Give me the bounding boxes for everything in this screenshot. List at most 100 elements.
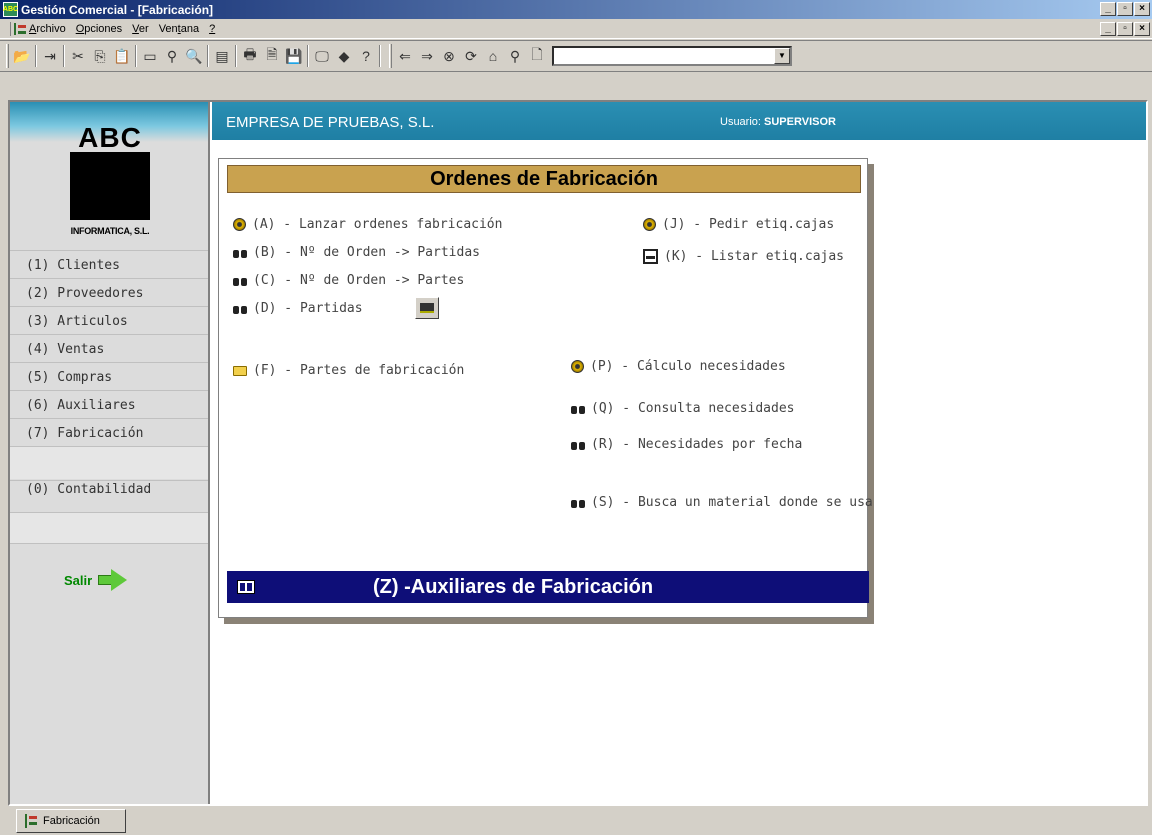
sidebar-item-ventas[interactable]: (4) Ventas	[26, 342, 104, 357]
mdi-child-icon[interactable]	[10, 21, 26, 36]
binoculars-icon	[233, 303, 247, 314]
sidebar-item-fabricacion[interactable]: (7) Fabricación	[26, 426, 143, 441]
toolbar-grip[interactable]	[6, 44, 9, 68]
search-web-icon[interactable]: ⚲	[504, 45, 526, 67]
logo-grid	[70, 152, 150, 220]
main-header: EMPRESA DE PRUEBAS, S.L. Usuario: SUPERV…	[212, 102, 1146, 140]
option-b[interactable]: (B) - Nº de Orden -> Partidas	[233, 245, 480, 260]
binoculars-icon	[233, 275, 247, 286]
menu-opciones[interactable]: Opciones	[71, 23, 127, 35]
sidebar-item-auxiliares[interactable]: (6) Auxiliares	[26, 398, 136, 413]
open-folder-icon[interactable]: 📂	[11, 45, 33, 67]
binoculars-icon	[233, 247, 247, 258]
binoculars-icon[interactable]: ⚲	[161, 45, 183, 67]
scanner-icon[interactable]: ▤	[211, 45, 233, 67]
menu-ventana[interactable]: Ventana	[154, 23, 204, 35]
window-icon[interactable]: ▭	[139, 45, 161, 67]
eraser-icon[interactable]: ◆	[333, 45, 355, 67]
option-d[interactable]: (D) - Partidas	[233, 301, 363, 316]
panel-title: Ordenes de Fabricación	[227, 165, 861, 193]
mdi-restore-button[interactable]: ▫	[1117, 22, 1133, 36]
gear-icon	[643, 218, 656, 231]
copy-icon[interactable]: ⎘	[89, 45, 111, 67]
window-caption-buttons: _ ▫ ×	[1100, 2, 1150, 16]
auxiliares-fabricacion-bar[interactable]: (Z) -Auxiliares de Fabricación	[227, 571, 869, 603]
gear-icon	[233, 218, 246, 231]
binoculars-icon	[571, 439, 585, 450]
paste-icon[interactable]: 📋	[111, 45, 133, 67]
refresh-icon[interactable]: ⟳	[460, 45, 482, 67]
gear-icon	[571, 360, 584, 373]
forward-arrow-icon[interactable]: ⇒	[416, 45, 438, 67]
sidebar-item-proveedores[interactable]: (2) Proveedores	[26, 286, 143, 301]
exit-label: Salir	[64, 572, 93, 588]
sidebar-spacer	[10, 447, 208, 479]
user-info: Usuario: SUPERVISOR	[720, 116, 836, 128]
option-c[interactable]: (C) - Nº de Orden -> Partes	[233, 273, 464, 288]
sidebar-item-clientes[interactable]: (1) Clientes	[26, 258, 120, 273]
tab-fabricacion[interactable]: Fabricación	[16, 809, 126, 833]
option-q-label: (Q) - Consulta necesidades	[591, 401, 795, 416]
folder-icon	[233, 365, 247, 376]
mdi-client-area: ABC INFORMATICA, S.L. (1) Clientes (2) P…	[8, 100, 1148, 806]
option-p[interactable]: (P) - Cálculo necesidades	[571, 359, 786, 374]
menu-archivo-rest: rchivo	[36, 22, 66, 35]
help-icon[interactable]: ?	[355, 45, 377, 67]
option-a-label: (A) - Lanzar ordenes fabricación	[252, 217, 503, 232]
option-f[interactable]: (F) - Partes de fabricación	[233, 363, 464, 378]
sidebar-item-compras[interactable]: (5) Compras	[26, 370, 112, 385]
monitor-icon[interactable]: 🖵	[311, 45, 333, 67]
option-a[interactable]: (A) - Lanzar ordenes fabricación	[233, 217, 502, 232]
binoculars-icon	[571, 403, 585, 414]
mdi-close-button[interactable]: ×	[1134, 22, 1150, 36]
divider	[10, 362, 208, 363]
print-preview-icon[interactable]: 🗎	[261, 45, 283, 67]
logo-subtitle: INFORMATICA, S.L.	[70, 226, 150, 236]
chevron-down-icon[interactable]: ▼	[774, 48, 790, 64]
home-icon[interactable]: ⌂	[482, 45, 504, 67]
toolbar-grip[interactable]	[389, 44, 392, 68]
window-titlebar: ABC Gestión Comercial - [Fabricación] _ …	[0, 0, 1152, 19]
exit-icon[interactable]: ⇥	[39, 45, 61, 67]
back-arrow-icon[interactable]: ⇐	[394, 45, 416, 67]
menu-archivo[interactable]: Archivo	[24, 23, 71, 35]
toolbar-separator	[307, 45, 309, 67]
toolbar: 📂 ⇥ ✂ ⎘ 📋 ▭ ⚲ 🔍 ▤ 🖶 🗎 💾 🖵 ◆ ? ⇐ ⇒ ⊗ ⟳ ⌂ …	[0, 40, 1152, 72]
toolbar-separator	[63, 45, 65, 67]
shopping-cart-button[interactable]	[415, 297, 439, 319]
mdi-tab-bar: Fabricación	[0, 807, 1152, 835]
option-r[interactable]: (R) - Necesidades por fecha	[571, 437, 802, 452]
cut-icon[interactable]: ✂	[67, 45, 89, 67]
abc-app-icon: ABC	[3, 2, 18, 17]
sidebar-item-articulos[interactable]: (3) Articulos	[26, 314, 128, 329]
toolbar-separator	[235, 45, 237, 67]
maximize-button[interactable]: ▫	[1117, 2, 1133, 16]
company-name: EMPRESA DE PRUEBAS, S.L.	[226, 114, 435, 131]
option-j-label: (J) - Pedir etiq.cajas	[662, 217, 835, 232]
option-k-label: (K) - Listar etiq.cajas	[664, 249, 845, 264]
exit-button[interactable]: Salir	[64, 569, 128, 591]
menu-ver[interactable]: Ver	[127, 23, 154, 35]
print-icon[interactable]: 🖶	[239, 45, 261, 67]
option-s[interactable]: (S) - Busca un material donde se usa	[571, 495, 873, 510]
save-icon[interactable]: 💾	[283, 45, 305, 67]
find-icon[interactable]: 🔍	[183, 45, 205, 67]
option-q[interactable]: (Q) - Consulta necesidades	[571, 401, 795, 416]
option-s-label: (S) - Busca un material donde se usa	[591, 495, 873, 510]
address-combo[interactable]: ▼	[552, 46, 792, 66]
sidebar-item-contabilidad[interactable]: (0) Contabilidad	[26, 482, 151, 497]
mdi-minimize-button[interactable]: _	[1100, 22, 1116, 36]
option-k[interactable]: (K) - Listar etiq.cajas	[643, 249, 844, 264]
printer-icon	[643, 249, 658, 264]
minimize-button[interactable]: _	[1100, 2, 1116, 16]
close-button[interactable]: ×	[1134, 2, 1150, 16]
divider	[10, 250, 208, 251]
toolbar-separator	[207, 45, 209, 67]
option-j[interactable]: (J) - Pedir etiq.cajas	[643, 217, 834, 232]
sidebar: ABC INFORMATICA, S.L. (1) Clientes (2) P…	[10, 102, 210, 804]
book-icon	[237, 580, 255, 594]
document-icon[interactable]: 🗋	[526, 45, 548, 67]
cart-icon	[420, 303, 434, 313]
menu-help[interactable]: ?	[204, 23, 220, 35]
stop-icon[interactable]: ⊗	[438, 45, 460, 67]
